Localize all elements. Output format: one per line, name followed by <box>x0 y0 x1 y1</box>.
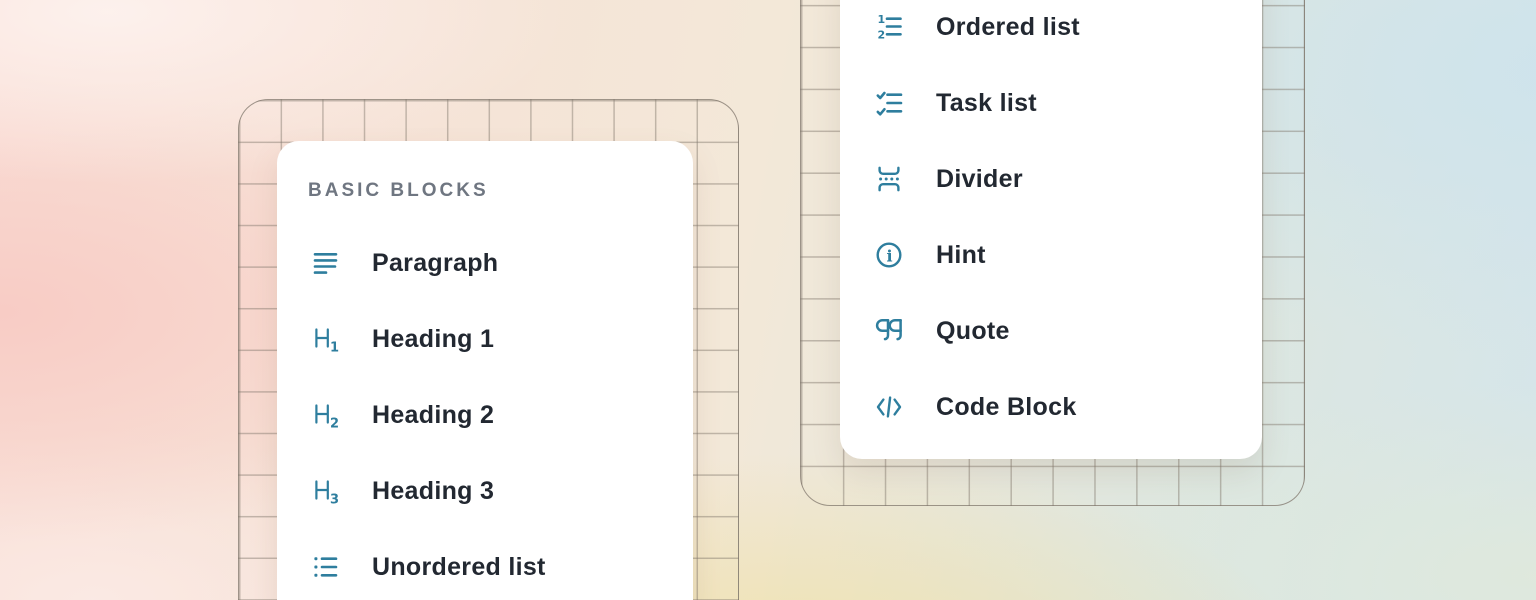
menu-item-quote[interactable]: Quote <box>840 293 1262 369</box>
task-list-icon <box>875 89 903 117</box>
unordered-list-icon <box>311 553 339 581</box>
menu-item-label: Unordered list <box>372 553 546 582</box>
menu-item-heading-2[interactable]: 2 Heading 2 <box>277 377 693 453</box>
menu-item-task-list[interactable]: Task list <box>840 65 1262 141</box>
menu-item-label: Hint <box>936 241 986 270</box>
svg-text:2: 2 <box>330 417 339 430</box>
svg-text:1: 1 <box>330 341 339 354</box>
heading-2-icon: 2 <box>311 401 339 429</box>
menu-item-label: Quote <box>936 317 1010 346</box>
menu-item-label: Task list <box>936 89 1037 118</box>
paragraph-icon <box>311 249 339 277</box>
menu-item-label: Ordered list <box>936 13 1080 42</box>
quote-icon <box>875 317 903 345</box>
menu-item-ordered-list[interactable]: 1 2 Ordered list <box>840 0 1262 65</box>
menu-item-label: Heading 1 <box>372 325 494 354</box>
menu-item-label: Heading 3 <box>372 477 494 506</box>
menu-item-label: Code Block <box>936 393 1077 422</box>
menu-item-label: Heading 2 <box>372 401 494 430</box>
menu-item-hint[interactable]: i Hint <box>840 217 1262 293</box>
menu-item-label: Paragraph <box>372 249 498 278</box>
menu-item-paragraph[interactable]: Paragraph <box>277 225 693 301</box>
code-block-icon <box>875 393 903 421</box>
menu-item-label: Divider <box>936 165 1023 194</box>
svg-text:i: i <box>886 247 892 266</box>
menu-item-heading-1[interactable]: 1 Heading 1 <box>277 301 693 377</box>
heading-1-icon: 1 <box>311 325 339 353</box>
menu-item-heading-3[interactable]: 3 Heading 3 <box>277 453 693 529</box>
menu-item-code-block[interactable]: Code Block <box>840 369 1262 445</box>
section-header-basic-blocks: BASIC BLOCKS <box>308 179 693 203</box>
divider-icon <box>875 165 903 193</box>
blocks-menu-continued: 1 2 Ordered list Task list <box>840 0 1262 459</box>
svg-text:2: 2 <box>878 29 886 42</box>
menu-item-unordered-list[interactable]: Unordered list <box>277 529 693 600</box>
basic-blocks-menu: BASIC BLOCKS Paragraph 1 Heading 1 <box>277 141 693 600</box>
svg-text:3: 3 <box>330 493 339 506</box>
heading-3-icon: 3 <box>311 477 339 505</box>
ordered-list-icon: 1 2 <box>875 13 903 41</box>
menu-item-divider[interactable]: Divider <box>840 141 1262 217</box>
background: BASIC BLOCKS Paragraph 1 Heading 1 <box>0 0 1536 600</box>
svg-text:1: 1 <box>878 13 886 26</box>
hint-icon: i <box>875 241 903 269</box>
